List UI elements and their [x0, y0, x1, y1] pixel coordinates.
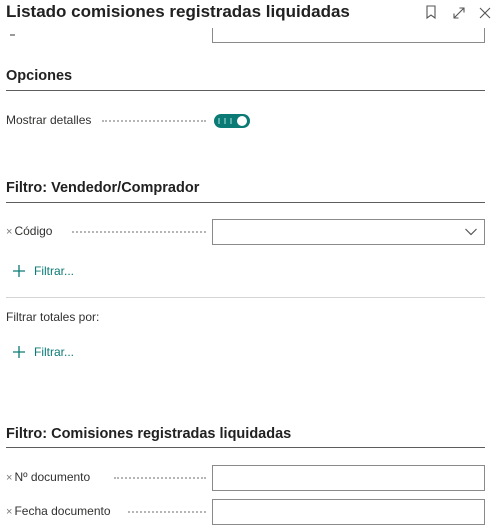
leader-dots	[102, 120, 206, 122]
scrolled-field-label-fragment	[10, 34, 15, 36]
filter-totals-label: Filtrar totales por:	[6, 310, 100, 324]
options-section-divider	[6, 90, 485, 91]
scrolled-field-input[interactable]	[212, 28, 485, 43]
show-details-toggle[interactable]	[214, 114, 250, 128]
doc-date-filter-input[interactable]	[212, 499, 485, 525]
doc-date-filter-label[interactable]: × Fecha documento	[6, 504, 115, 518]
doc-no-label-text: Nº documento	[14, 470, 91, 484]
expand-button[interactable]	[451, 3, 467, 21]
add-filter-label: Filtrar...	[34, 264, 75, 278]
remove-filter-icon[interactable]: ×	[6, 506, 12, 518]
doc-no-filter-row: × Nº documento	[6, 465, 485, 491]
remove-filter-icon[interactable]: ×	[6, 472, 12, 484]
bookmark-icon	[426, 5, 436, 20]
code-filter-input[interactable]	[212, 219, 485, 245]
commission-filter-divider	[6, 447, 485, 448]
show-details-row: Mostrar detalles	[6, 108, 485, 134]
remove-filter-icon[interactable]: ×	[6, 226, 12, 238]
code-label-text: Código	[14, 224, 53, 238]
doc-no-filter-label[interactable]: × Nº documento	[6, 470, 95, 484]
salesperson-filter-divider	[6, 202, 485, 203]
close-button[interactable]	[477, 3, 493, 21]
doc-date-filter-row: × Fecha documento	[6, 499, 485, 525]
code-filter-label[interactable]: × Código	[6, 224, 57, 238]
leader-dots	[128, 511, 206, 513]
add-totals-filter-link[interactable]: Filtrar...	[12, 343, 74, 361]
code-filter-row: × Código	[6, 219, 485, 245]
doc-no-filter-input[interactable]	[212, 465, 485, 491]
leader-dots	[114, 477, 206, 479]
page-title: Listado comisiones registradas liquidada…	[6, 2, 350, 21]
expand-icon	[453, 7, 465, 19]
bookmark-button[interactable]	[423, 3, 439, 21]
close-icon	[479, 7, 491, 19]
toggle-knob	[237, 116, 247, 126]
doc-date-label-text: Fecha documento	[14, 504, 111, 518]
options-section-title: Opciones	[6, 68, 73, 84]
leader-dots	[72, 231, 206, 233]
add-filter-link[interactable]: Filtrar...	[12, 262, 74, 280]
commission-filter-title: Filtro: Comisiones registradas liquidada…	[6, 426, 292, 442]
plus-icon	[13, 346, 25, 358]
totals-divider	[6, 297, 485, 298]
salesperson-filter-title: Filtro: Vendedor/Comprador	[6, 180, 200, 196]
toggle-grip-icon	[218, 118, 232, 124]
chevron-down-icon[interactable]	[464, 227, 478, 237]
show-details-label: Mostrar detalles	[6, 113, 96, 127]
add-totals-filter-label: Filtrar...	[34, 345, 75, 359]
dialog-header: Listado comisiones registradas liquidada…	[0, 0, 498, 28]
plus-icon	[13, 265, 25, 277]
